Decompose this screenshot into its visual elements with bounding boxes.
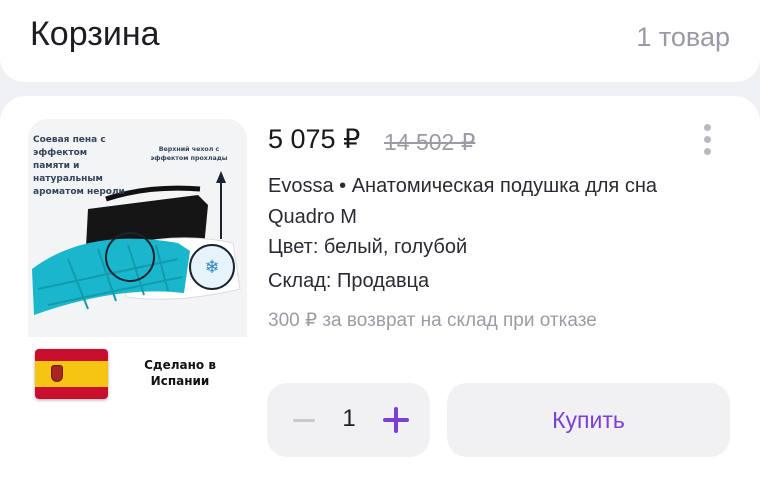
made-in-label: Сделано в Испании	[144, 358, 216, 388]
more-vertical-icon[interactable]	[700, 124, 714, 162]
quantity-value: 1	[342, 405, 356, 432]
minus-icon[interactable]	[293, 419, 315, 422]
page-title: Корзина	[30, 15, 160, 53]
product-title[interactable]: Evossa • Анатомическая подушка для сна Q…	[268, 171, 668, 233]
plus-icon[interactable]	[383, 407, 409, 433]
product-color: Цвет: белый, голубой	[268, 236, 468, 258]
items-count: 1 товар	[636, 22, 730, 52]
product-warehouse: Склад: Продавца	[268, 270, 430, 292]
product-image[interactable]: ❄ Соевая пена с эффектом памяти и натура…	[28, 119, 247, 406]
promo-text-left: Соевая пена с эффектом памяти и натураль…	[33, 135, 125, 197]
svg-text:❄: ❄	[204, 257, 219, 278]
spain-flag-icon	[35, 349, 108, 399]
cart-header: Корзина 1 товар	[0, 0, 760, 82]
product-image-footer: Сделано в Испании	[28, 337, 247, 406]
buy-button[interactable]: Купить	[447, 383, 730, 457]
old-price: 14 502 ₽	[384, 129, 476, 155]
return-fee-note: 300 ₽ за возврат на склад при отказе	[268, 310, 597, 331]
quantity-stepper: 1	[267, 383, 430, 457]
current-price: 5 075 ₽	[268, 124, 361, 154]
promo-text-right: Верхний чехол с эффектом прохлады	[150, 146, 228, 162]
